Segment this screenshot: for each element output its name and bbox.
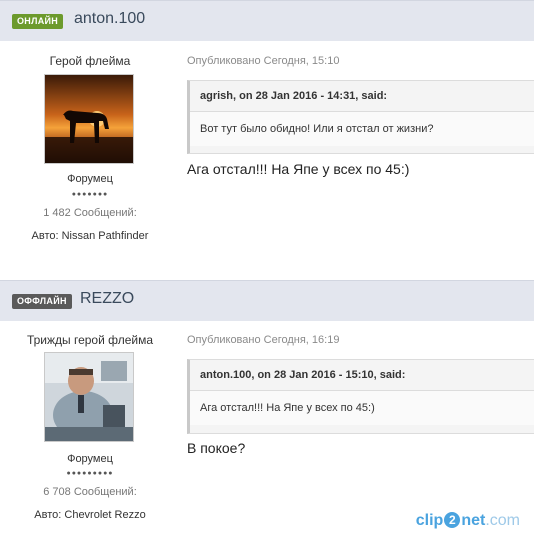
user-car: Авто: Nissan Pathfinder — [31, 230, 149, 242]
user-rank: Герой флейма — [49, 54, 131, 68]
avatar-cartoon-man-image — [45, 353, 133, 441]
watermark-domain: .com — [485, 512, 520, 529]
offline-status-badge: ОФФЛАЙН — [12, 294, 72, 309]
published-date: Опубликовано Сегодня, 16:19 — [187, 334, 340, 346]
avatar[interactable] — [44, 74, 134, 164]
watermark-left: clip — [415, 512, 444, 529]
published-date: Опубликовано Сегодня, 15:10 — [187, 55, 340, 67]
user-rank: Трижды герой флейма — [26, 333, 154, 347]
username-link[interactable]: REZZO — [80, 290, 134, 308]
quote-text: Вот тут было обидно! Или я отстал от жиз… — [190, 112, 534, 146]
quote-block: anton.100, on 28 Jan 2016 - 15:10, said:… — [187, 359, 534, 434]
user-group: Форумец — [67, 173, 113, 185]
user-car: Авто: Chevrolet Rezzo — [34, 509, 146, 521]
quote-text: Ага отстал!!! На Япе у всех по 45:) — [190, 391, 534, 425]
username-link[interactable]: anton.100 — [74, 10, 145, 28]
avatar-dog-sunset-image — [45, 75, 133, 163]
post-count: 1 482 Сообщений: — [43, 207, 137, 219]
post-header: ОФФЛАЙН REZZO — [0, 280, 534, 321]
quote-citation: agrish, on 28 Jan 2016 - 14:31, said: — [190, 81, 534, 112]
reputation-pips: ●●●●●●●●● — [66, 470, 114, 477]
post-header: ОНЛАЙН anton.100 — [0, 0, 534, 41]
post-1: ОНЛАЙН anton.100 Герой флейма Форумец ●●… — [0, 0, 534, 280]
watermark-right: net — [461, 512, 486, 529]
reputation-pips: ●●●●●●● — [71, 191, 109, 198]
quote-citation: anton.100, on 28 Jan 2016 - 15:10, said: — [190, 360, 534, 391]
watermark-mid: 2 — [444, 512, 461, 528]
post-2: ОФФЛАЙН REZZO Трижды герой флейма Форуме… — [0, 280, 534, 536]
post-body: Ага отстал!!! На Япе у всех по 45:) — [187, 161, 410, 177]
post-count: 6 708 Сообщений: — [43, 486, 137, 498]
post-body: В покое? — [187, 440, 246, 456]
user-group: Форумец — [67, 453, 113, 465]
quote-block: agrish, on 28 Jan 2016 - 14:31, said: Во… — [187, 80, 534, 154]
avatar[interactable] — [44, 352, 134, 442]
online-status-badge: ОНЛАЙН — [12, 14, 64, 29]
clip2net-watermark: clip 2 net.com — [416, 512, 520, 530]
